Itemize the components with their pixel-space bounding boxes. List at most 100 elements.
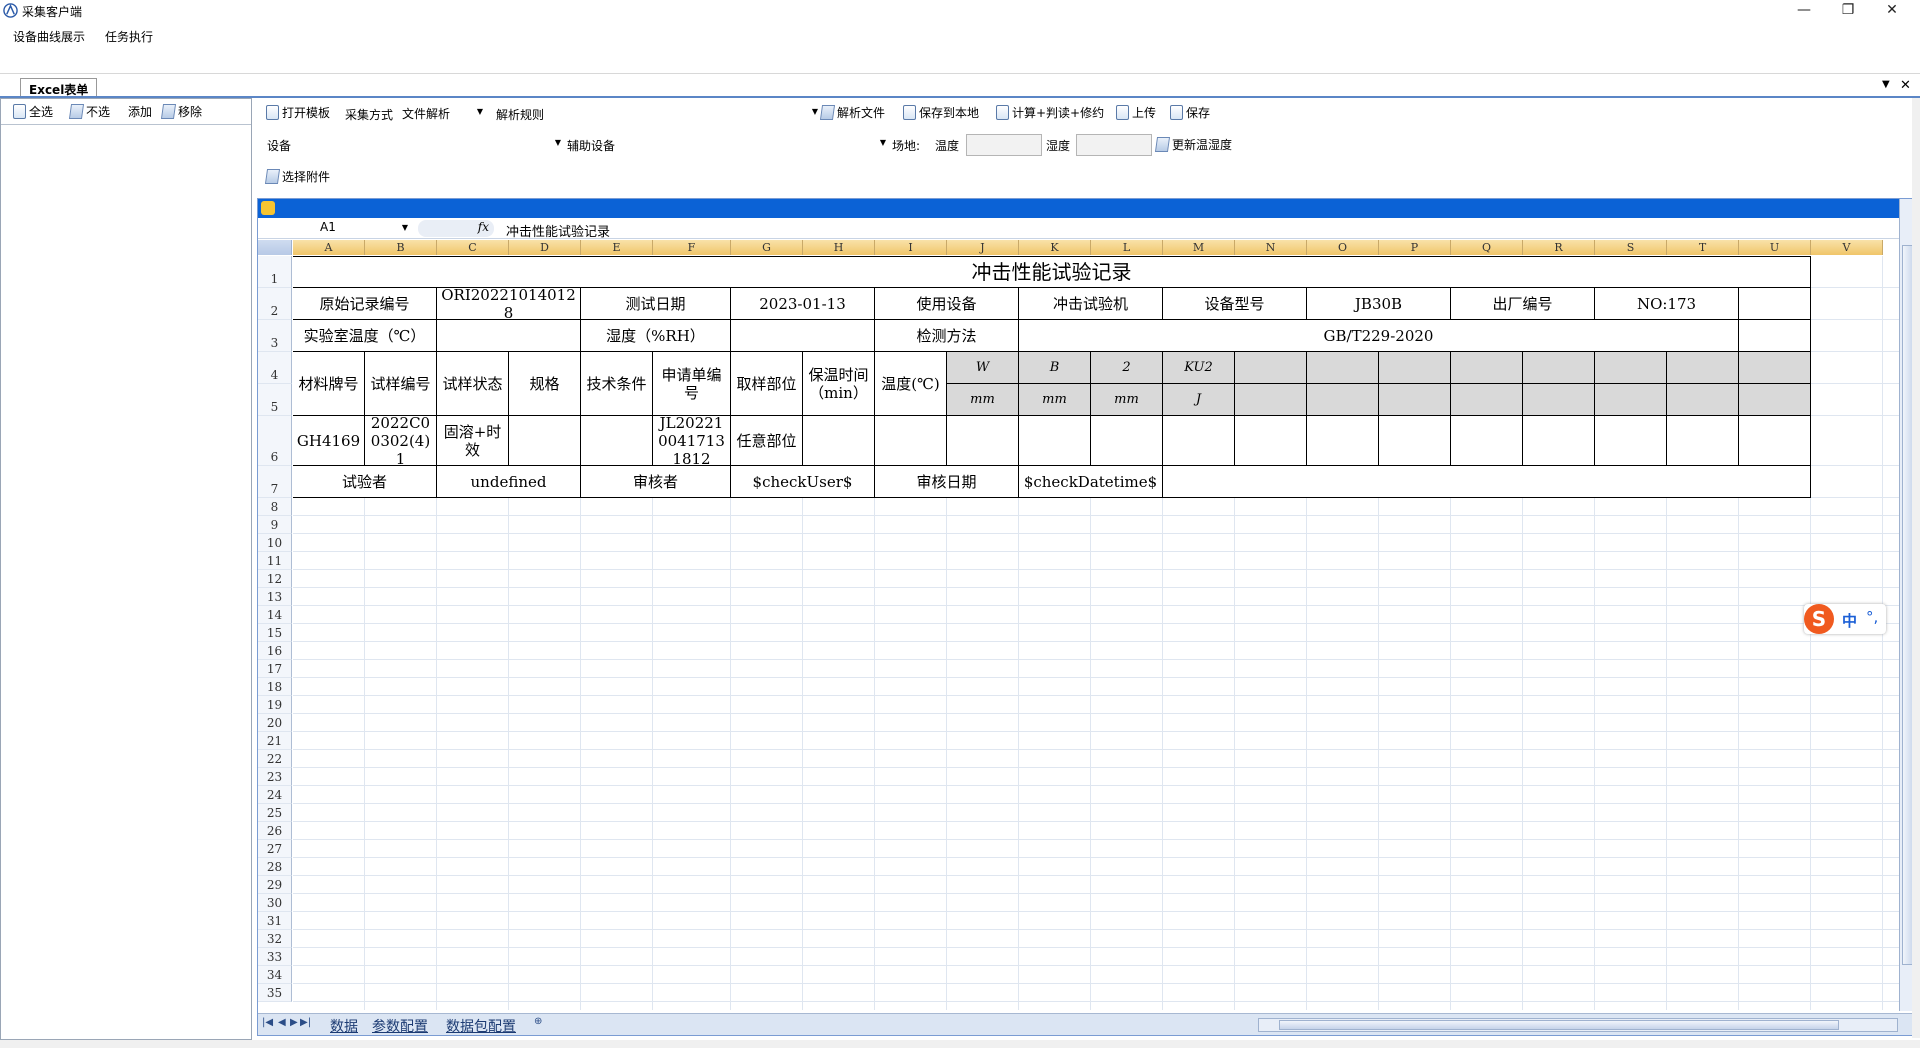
- horizontal-scrollbar[interactable]: [1258, 1018, 1898, 1032]
- cell[interactable]: 出厂编号: [1451, 288, 1595, 320]
- cell[interactable]: GH4169: [293, 416, 365, 466]
- column-header[interactable]: F: [653, 240, 731, 255]
- row-header[interactable]: 6: [258, 416, 292, 466]
- cell[interactable]: [1091, 416, 1163, 466]
- row-header[interactable]: 20: [258, 714, 292, 732]
- add-button[interactable]: 添加: [128, 103, 152, 120]
- cell[interactable]: 检测方法: [875, 320, 1019, 352]
- column-header[interactable]: H: [803, 240, 875, 255]
- cell[interactable]: 原始记录编号: [293, 288, 437, 320]
- row-header[interactable]: 22: [258, 750, 292, 768]
- cell[interactable]: [581, 416, 653, 466]
- cell[interactable]: [1163, 466, 1811, 498]
- row-header[interactable]: 27: [258, 840, 292, 858]
- cell[interactable]: [1379, 416, 1451, 466]
- header-cell[interactable]: 温度(℃): [875, 352, 947, 416]
- calc-button[interactable]: 计算+判读+修约: [996, 104, 1104, 121]
- name-box[interactable]: A1 ▼: [260, 220, 412, 237]
- cell[interactable]: 实验室温度（℃）: [293, 320, 437, 352]
- row-header[interactable]: 24: [258, 786, 292, 804]
- unit-cell[interactable]: [1307, 352, 1379, 384]
- cell[interactable]: 冲击试验机: [1019, 288, 1163, 320]
- parse-file-button[interactable]: 解析文件: [819, 104, 885, 121]
- column-header[interactable]: A: [293, 240, 365, 255]
- row-header[interactable]: 10: [258, 534, 292, 552]
- unit-cell[interactable]: KU2: [1163, 352, 1235, 384]
- column-header[interactable]: D: [509, 240, 581, 255]
- cell[interactable]: [1739, 288, 1811, 320]
- remove-button[interactable]: 移除: [160, 103, 202, 120]
- row-header[interactable]: 2: [258, 288, 292, 320]
- row-header[interactable]: 19: [258, 696, 292, 714]
- select-all-corner[interactable]: [258, 240, 292, 255]
- row-header[interactable]: 9: [258, 516, 292, 534]
- next-sheet-icon[interactable]: ▶: [290, 1017, 298, 1028]
- unit-cell[interactable]: [1739, 384, 1811, 416]
- cell[interactable]: 2023-01-13: [731, 288, 875, 320]
- cell[interactable]: 固溶+时效: [437, 416, 509, 466]
- cell[interactable]: 试验者: [293, 466, 437, 498]
- row-header[interactable]: 25: [258, 804, 292, 822]
- cell[interactable]: 设备型号: [1163, 288, 1307, 320]
- unit-cell[interactable]: B: [1019, 352, 1091, 384]
- cell[interactable]: [509, 416, 581, 466]
- unit-cell[interactable]: mm: [947, 384, 1019, 416]
- unit-cell[interactable]: [1523, 352, 1595, 384]
- sheet-title-cell[interactable]: 冲击性能试验记录: [293, 256, 1811, 288]
- last-sheet-icon[interactable]: ▶|: [300, 1017, 311, 1028]
- row-header[interactable]: 5: [258, 384, 292, 416]
- header-cell[interactable]: 取样部位: [731, 352, 803, 416]
- cell[interactable]: [875, 416, 947, 466]
- cell[interactable]: 湿度（%RH）: [581, 320, 731, 352]
- cell[interactable]: [1667, 416, 1739, 466]
- close-button[interactable]: ✕: [1870, 0, 1914, 22]
- column-header[interactable]: N: [1235, 240, 1307, 255]
- open-template-button[interactable]: 打开模板: [266, 104, 330, 121]
- row-header[interactable]: 13: [258, 588, 292, 606]
- column-header[interactable]: E: [581, 240, 653, 255]
- row-header[interactable]: 17: [258, 660, 292, 678]
- cell[interactable]: [803, 416, 875, 466]
- sheet-tab-params[interactable]: 参数配置: [372, 1016, 428, 1036]
- cell[interactable]: JB30B: [1307, 288, 1451, 320]
- unit-cell[interactable]: [1595, 384, 1667, 416]
- cell[interactable]: 审核日期: [875, 466, 1019, 498]
- unit-cell[interactable]: mm: [1091, 384, 1163, 416]
- unit-cell[interactable]: [1379, 384, 1451, 416]
- column-header[interactable]: S: [1595, 240, 1667, 255]
- row-header[interactable]: 33: [258, 948, 292, 966]
- cell[interactable]: [731, 320, 875, 352]
- header-cell[interactable]: 保温时间（min）: [803, 352, 875, 416]
- cell[interactable]: [1595, 416, 1667, 466]
- unit-cell[interactable]: mm: [1019, 384, 1091, 416]
- unit-cell[interactable]: [1235, 384, 1307, 416]
- header-cell[interactable]: 试样编号: [365, 352, 437, 416]
- unit-cell[interactable]: [1451, 352, 1523, 384]
- column-header[interactable]: M: [1163, 240, 1235, 255]
- minimize-button[interactable]: —: [1782, 0, 1826, 22]
- unit-cell[interactable]: [1235, 352, 1307, 384]
- unit-cell[interactable]: 2: [1091, 352, 1163, 384]
- cell[interactable]: undefined: [437, 466, 581, 498]
- device-select[interactable]: ▼: [293, 134, 563, 154]
- hscroll-thumb[interactable]: [1279, 1020, 1839, 1030]
- row-header[interactable]: 1: [258, 256, 292, 288]
- row-header[interactable]: 28: [258, 858, 292, 876]
- row-header[interactable]: 32: [258, 930, 292, 948]
- column-header[interactable]: T: [1667, 240, 1739, 255]
- aux-device-select[interactable]: ▼: [618, 134, 888, 154]
- new-sheet-icon[interactable]: ⊕: [534, 1016, 542, 1027]
- unit-cell[interactable]: [1307, 384, 1379, 416]
- parse-rule-select[interactable]: ▼: [550, 103, 820, 123]
- row-header[interactable]: 31: [258, 912, 292, 930]
- row-header[interactable]: 21: [258, 732, 292, 750]
- select-none-button[interactable]: 不选: [68, 103, 110, 120]
- row-header[interactable]: 29: [258, 876, 292, 894]
- cell[interactable]: [947, 416, 1019, 466]
- cell[interactable]: $checkUser$: [731, 466, 875, 498]
- unit-cell[interactable]: [1739, 352, 1811, 384]
- select-all-button[interactable]: 全选: [13, 103, 53, 120]
- column-header[interactable]: O: [1307, 240, 1379, 255]
- cell[interactable]: 任意部位: [731, 416, 803, 466]
- tab-dropdown-icon[interactable]: ▼: [1882, 79, 1890, 90]
